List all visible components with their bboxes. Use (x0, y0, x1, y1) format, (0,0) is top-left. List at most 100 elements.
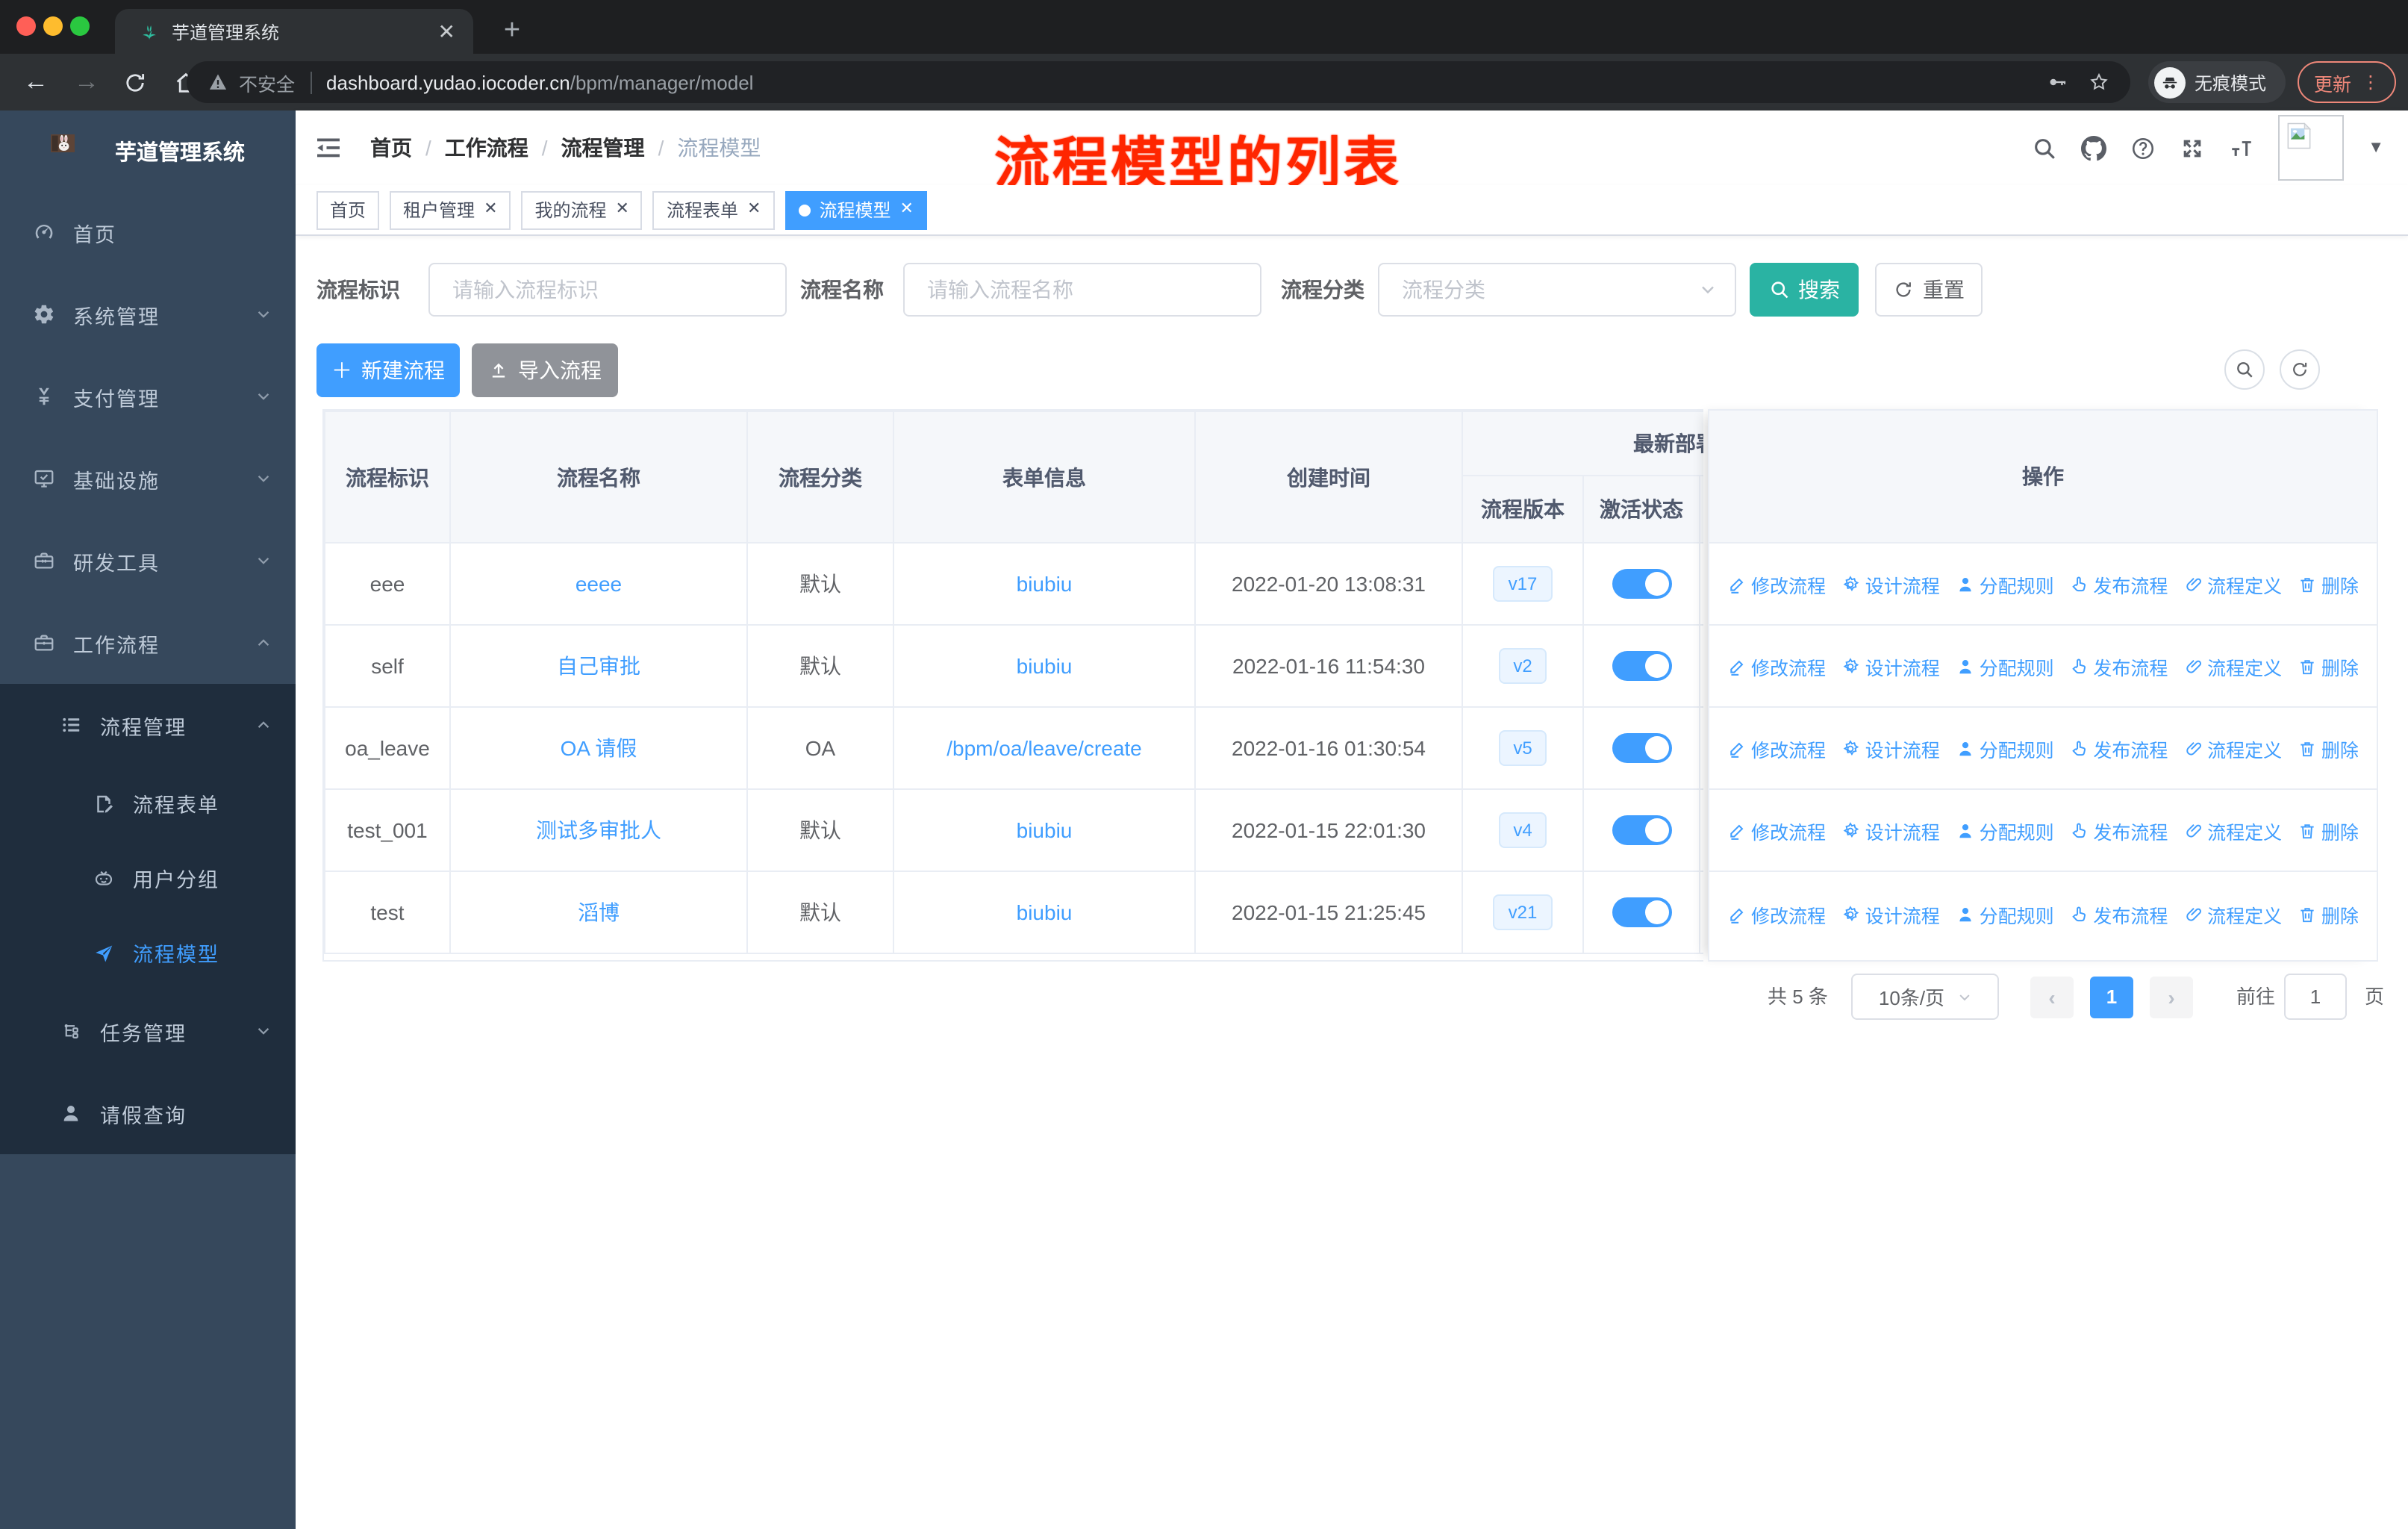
form-link[interactable]: biubiu (1017, 818, 1073, 842)
tab-close-icon[interactable]: ✕ (438, 21, 455, 42)
process-name-link[interactable]: OA 请假 (561, 736, 637, 760)
tag-process-model[interactable]: 流程模型 ✕ (785, 190, 927, 229)
tag-home[interactable]: 首页 (316, 190, 380, 229)
tag-close-icon[interactable]: ✕ (899, 201, 913, 218)
tag-close-icon[interactable]: ✕ (616, 201, 629, 218)
publish-action-link[interactable]: 发布流程 (2069, 652, 2168, 680)
page-size-select[interactable]: 10条/页 (1851, 974, 1999, 1020)
sidebar-item-leave-query[interactable]: 请假查询 (0, 1072, 296, 1154)
version-badge[interactable]: v17 (1493, 566, 1553, 602)
assign-action-link[interactable]: 分配规则 (1956, 900, 2054, 928)
delete-action-link[interactable]: 删除 (2298, 900, 2359, 928)
version-badge[interactable]: v21 (1493, 894, 1553, 930)
edit-action-link[interactable]: 修改流程 (1727, 570, 1826, 598)
sidebar-logo[interactable]: 芋道管理系统 (0, 110, 296, 191)
back-icon[interactable]: ← (21, 67, 51, 97)
design-action-link[interactable]: 设计流程 (1841, 652, 1940, 680)
sidebar-item-user-group[interactable]: 用户分组 (0, 841, 296, 915)
process-name-link[interactable]: 滔博 (578, 900, 620, 924)
definition-action-link[interactable]: 流程定义 (2183, 570, 2282, 598)
avatar[interactable] (2278, 115, 2345, 181)
refresh-table-button[interactable] (2280, 349, 2320, 390)
security-warning-icon[interactable] (208, 72, 228, 93)
prev-page-button[interactable]: ‹ (2030, 977, 2074, 1018)
active-toggle[interactable] (1612, 733, 1671, 763)
browser-menu-update-button[interactable]: 更新 ⋮ (2298, 61, 2396, 103)
design-action-link[interactable]: 设计流程 (1841, 816, 1940, 844)
process-name-link[interactable]: eeee (576, 572, 622, 596)
sidebar-item-workflow[interactable]: 工作流程 (0, 602, 296, 684)
filter-name-input[interactable] (903, 263, 1261, 317)
next-page-button[interactable]: › (2150, 977, 2193, 1018)
form-link[interactable]: biubiu (1017, 654, 1073, 678)
process-name-link[interactable]: 测试多审批人 (536, 818, 661, 842)
tag-close-icon[interactable]: ✕ (484, 201, 497, 218)
edit-action-link[interactable]: 修改流程 (1727, 816, 1826, 844)
page-1-button[interactable]: 1 (2090, 977, 2133, 1018)
definition-action-link[interactable]: 流程定义 (2183, 816, 2282, 844)
filter-category-select[interactable]: 流程分类 (1378, 263, 1736, 317)
kebab-menu-icon[interactable]: ⋮ (2362, 72, 2380, 93)
sidebar-item-process-form[interactable]: 流程表单 (0, 766, 296, 841)
tag-process-form[interactable]: 流程表单 ✕ (652, 190, 775, 229)
active-toggle[interactable] (1612, 569, 1671, 599)
maximize-window-button[interactable] (70, 16, 90, 36)
new-tab-button[interactable]: + (493, 12, 531, 51)
font-size-icon[interactable] (2229, 135, 2254, 161)
create-process-button[interactable]: ＋ 新建流程 (316, 343, 460, 397)
github-icon[interactable] (2081, 135, 2107, 161)
edit-action-link[interactable]: 修改流程 (1727, 900, 1826, 928)
sidebar-item-payment[interactable]: 支付管理 (0, 355, 296, 437)
goto-page-input[interactable] (2284, 974, 2347, 1020)
delete-action-link[interactable]: 删除 (2298, 652, 2359, 680)
assign-action-link[interactable]: 分配规则 (1956, 734, 2054, 762)
filter-key-input[interactable] (428, 263, 787, 317)
assign-action-link[interactable]: 分配规则 (1956, 570, 2054, 598)
definition-action-link[interactable]: 流程定义 (2183, 652, 2282, 680)
definition-action-link[interactable]: 流程定义 (2183, 734, 2282, 762)
breadcrumb-item[interactable]: 工作流程 (445, 133, 528, 163)
assign-action-link[interactable]: 分配规则 (1956, 816, 2054, 844)
version-badge[interactable]: v4 (1498, 812, 1547, 848)
bookmark-star-icon[interactable] (2089, 72, 2109, 93)
tag-tenant-manage[interactable]: 租户管理 ✕ (390, 190, 511, 229)
publish-action-link[interactable]: 发布流程 (2069, 816, 2168, 844)
password-key-icon[interactable] (2047, 72, 2068, 93)
publish-action-link[interactable]: 发布流程 (2069, 900, 2168, 928)
version-badge[interactable]: v5 (1498, 730, 1547, 766)
active-toggle[interactable] (1612, 815, 1671, 845)
process-name-link[interactable]: 自己审批 (557, 654, 640, 678)
hide-search-button[interactable] (2224, 349, 2265, 390)
reload-icon[interactable] (122, 69, 152, 95)
edit-action-link[interactable]: 修改流程 (1727, 734, 1826, 762)
close-window-button[interactable] (16, 16, 36, 36)
breadcrumb-item[interactable]: 首页 (370, 133, 412, 163)
breadcrumb-item[interactable]: 流程管理 (561, 133, 645, 163)
search-icon[interactable] (2032, 135, 2057, 161)
edit-action-link[interactable]: 修改流程 (1727, 652, 1826, 680)
active-toggle[interactable] (1612, 897, 1671, 927)
form-link[interactable]: biubiu (1017, 900, 1073, 924)
help-icon[interactable] (2130, 135, 2156, 161)
browser-tab[interactable]: 芋道管理系统 ✕ (115, 9, 473, 54)
publish-action-link[interactable]: 发布流程 (2069, 734, 2168, 762)
sidebar-item-process-model[interactable]: 流程模型 (0, 915, 296, 990)
fullscreen-icon[interactable] (2180, 135, 2205, 161)
forward-icon[interactable]: → (72, 67, 102, 97)
active-toggle[interactable] (1612, 651, 1671, 681)
address-bar[interactable]: 不安全 dashboard.yudao.iocoder.cn /bpm/mana… (187, 61, 2130, 103)
design-action-link[interactable]: 设计流程 (1841, 734, 1940, 762)
delete-action-link[interactable]: 删除 (2298, 570, 2359, 598)
tag-close-icon[interactable]: ✕ (747, 201, 761, 218)
sidebar-item-task-manage[interactable]: 任务管理 (0, 990, 296, 1072)
sidebar-item-dev-tools[interactable]: 研发工具 (0, 520, 296, 602)
minimize-window-button[interactable] (43, 16, 63, 36)
delete-action-link[interactable]: 删除 (2298, 816, 2359, 844)
assign-action-link[interactable]: 分配规则 (1956, 652, 2054, 680)
form-link[interactable]: biubiu (1017, 572, 1073, 596)
collapse-sidebar-icon[interactable] (314, 133, 343, 163)
form-link[interactable]: /bpm/oa/leave/create (946, 736, 1142, 760)
definition-action-link[interactable]: 流程定义 (2183, 900, 2282, 928)
import-process-button[interactable]: 导入流程 (472, 343, 618, 397)
caret-down-icon[interactable]: ▼ (2368, 139, 2384, 157)
